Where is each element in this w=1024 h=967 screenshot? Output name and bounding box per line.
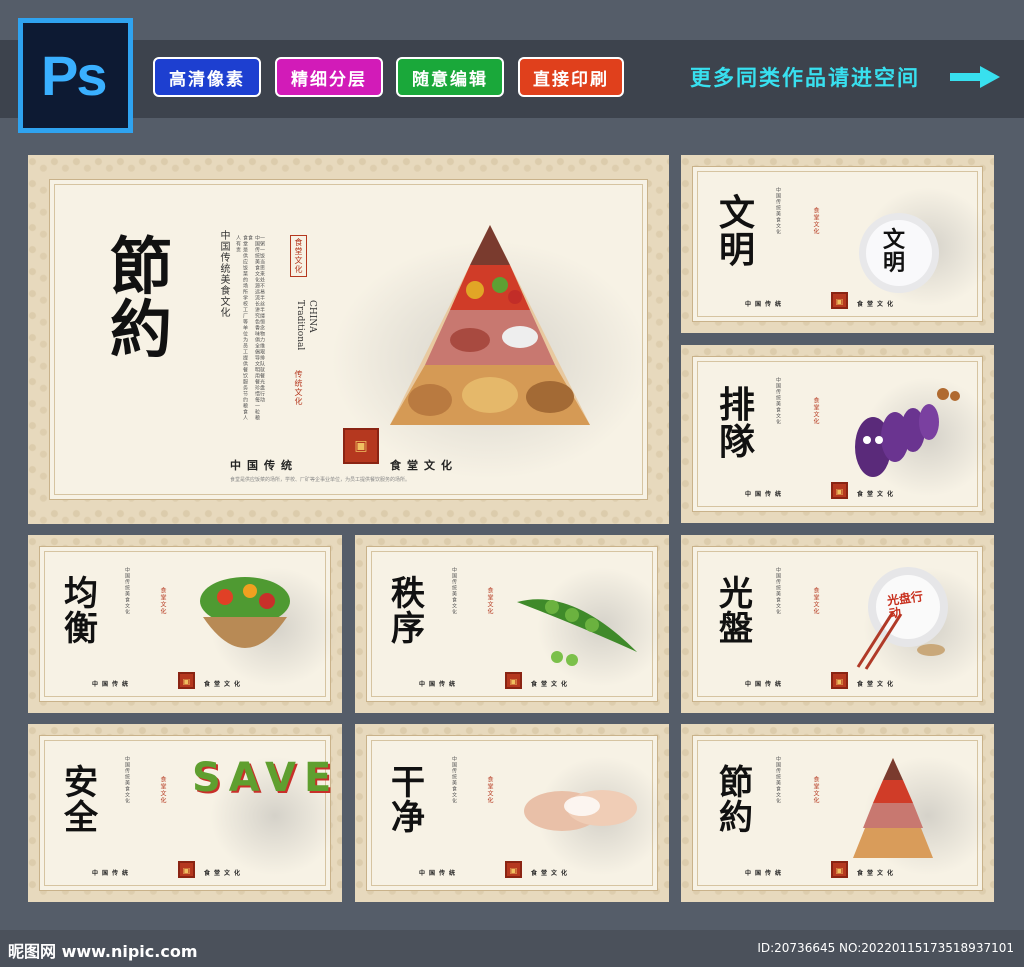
footer-left: 中国传统 <box>745 870 786 877</box>
seal-icon: ▣ <box>831 482 848 499</box>
eggplant-queue-image <box>855 388 960 477</box>
seal-icon: ▣ <box>831 292 848 309</box>
footer-right: 食堂文化 <box>857 681 898 688</box>
panel-jieyue-small: 節約 中国传统美食文化 食堂文化 ▣ 中国传统 食堂文化 <box>681 724 994 902</box>
footer-left: 中国传统 <box>745 681 786 688</box>
panel-title: 干净 <box>391 763 425 838</box>
footer-left: 中国传统 <box>92 870 133 877</box>
footer-right: 食堂文化 <box>204 681 245 688</box>
footer-left: 中国传统 <box>745 301 786 308</box>
seal-icon: ▣ <box>505 672 522 689</box>
seal-icon: ▣ <box>505 861 522 878</box>
seal-icon: ▣ <box>178 672 195 689</box>
badge-hd: 高清像素 <box>153 57 261 97</box>
panel-title: 秩序 <box>391 574 425 649</box>
seal-icon: ▣ <box>178 861 195 878</box>
more-works-link[interactable]: 更多同类作品请进空间 <box>690 62 920 92</box>
image-id: ID:20736645 NO:20220115173518937101 <box>757 941 1014 955</box>
seal-icon: ▣ <box>831 861 848 878</box>
panel-paidui: 排隊 中国传统美食文化 食堂文化 ▣ 中国传统 食堂文化 <box>681 345 994 523</box>
save-letters: SAVE <box>192 755 340 801</box>
panel-title: 文明 <box>719 192 756 271</box>
panel-title: 安全 <box>64 763 98 838</box>
footer-left: 中国传统 <box>419 681 460 688</box>
footer-left: 中国传统 <box>419 870 460 877</box>
footer-left: 中国传统 <box>92 681 133 688</box>
panel-title: 均衡 <box>64 574 98 649</box>
footer-left: 中国传统 <box>745 491 786 498</box>
site-watermark: 昵图网 www.nipic.com <box>8 942 198 961</box>
panel-title: 排隊 <box>719 384 756 463</box>
tag-canteen-culture: 食堂文化 <box>290 235 307 277</box>
food-pyramid-image <box>853 758 933 858</box>
photoshop-logo-icon: Ps <box>18 18 133 133</box>
footer-left: 中国传统 <box>230 459 298 472</box>
footer-right: 食堂文化 <box>531 681 572 688</box>
badge-layers: 精细分层 <box>275 57 383 97</box>
arrow-right-icon <box>950 66 1000 88</box>
plate-text: 文明 <box>883 227 906 277</box>
seal-icon: ▣ <box>831 672 848 689</box>
panel-title: 光盤 <box>719 574 753 649</box>
footer-right: 食堂文化 <box>531 870 572 877</box>
tag-traditional-culture: 传统文化 <box>294 370 303 406</box>
vegetable-pot-image <box>200 577 290 648</box>
panel-wenming: 文明 中国传统美食文化 食堂文化 文明 ▣ 中国传统 食堂文化 <box>681 155 994 333</box>
footer-right: 食堂文化 <box>390 459 458 472</box>
badge-editable: 随意编辑 <box>396 57 504 97</box>
panel-jieyue-large: 節約 中国传统美食文化 食堂是供应饭菜的场所学校工厂等单位为员工提供餐饮服务节约… <box>28 155 669 524</box>
panel-title: 節約 <box>719 763 753 838</box>
panel-anquan: 安全 中国传统美食文化 食堂文化 SAVE ▣ 中国传统 食堂文化 <box>28 724 342 902</box>
panel-zhixu: 秩序 中国传统美食文化 食堂文化 ▣ 中国传统 食堂文化 <box>355 535 669 713</box>
english-china: CHINA <box>307 300 317 333</box>
english-traditional: Traditional <box>295 300 305 351</box>
footer-right: 食堂文化 <box>857 301 898 308</box>
vertical-heading: 中国传统美食文化 <box>218 230 229 318</box>
seal-icon: ▣ <box>343 428 379 464</box>
panel-guangpan: 光盤 中国传统美食文化 食堂文化 光盘行动 ▣ 中国传统 食堂文化 <box>681 535 994 713</box>
footer-right: 食堂文化 <box>857 870 898 877</box>
food-pyramid-image <box>390 225 590 425</box>
footer-right: 食堂文化 <box>857 491 898 498</box>
washing-hands-image <box>524 790 637 831</box>
panel-ganjing: 干净 中国传统美食文化 食堂文化 ▣ 中国传统 食堂文化 <box>355 724 669 902</box>
badge-print: 直接印刷 <box>518 57 624 97</box>
panel-junheng: 均衡 中国传统美食文化 食堂文化 ▣ 中国传统 食堂文化 <box>28 535 342 713</box>
panel-title: 節約 <box>110 230 173 367</box>
pea-pod-image <box>517 599 637 666</box>
footer-right: 食堂文化 <box>204 870 245 877</box>
